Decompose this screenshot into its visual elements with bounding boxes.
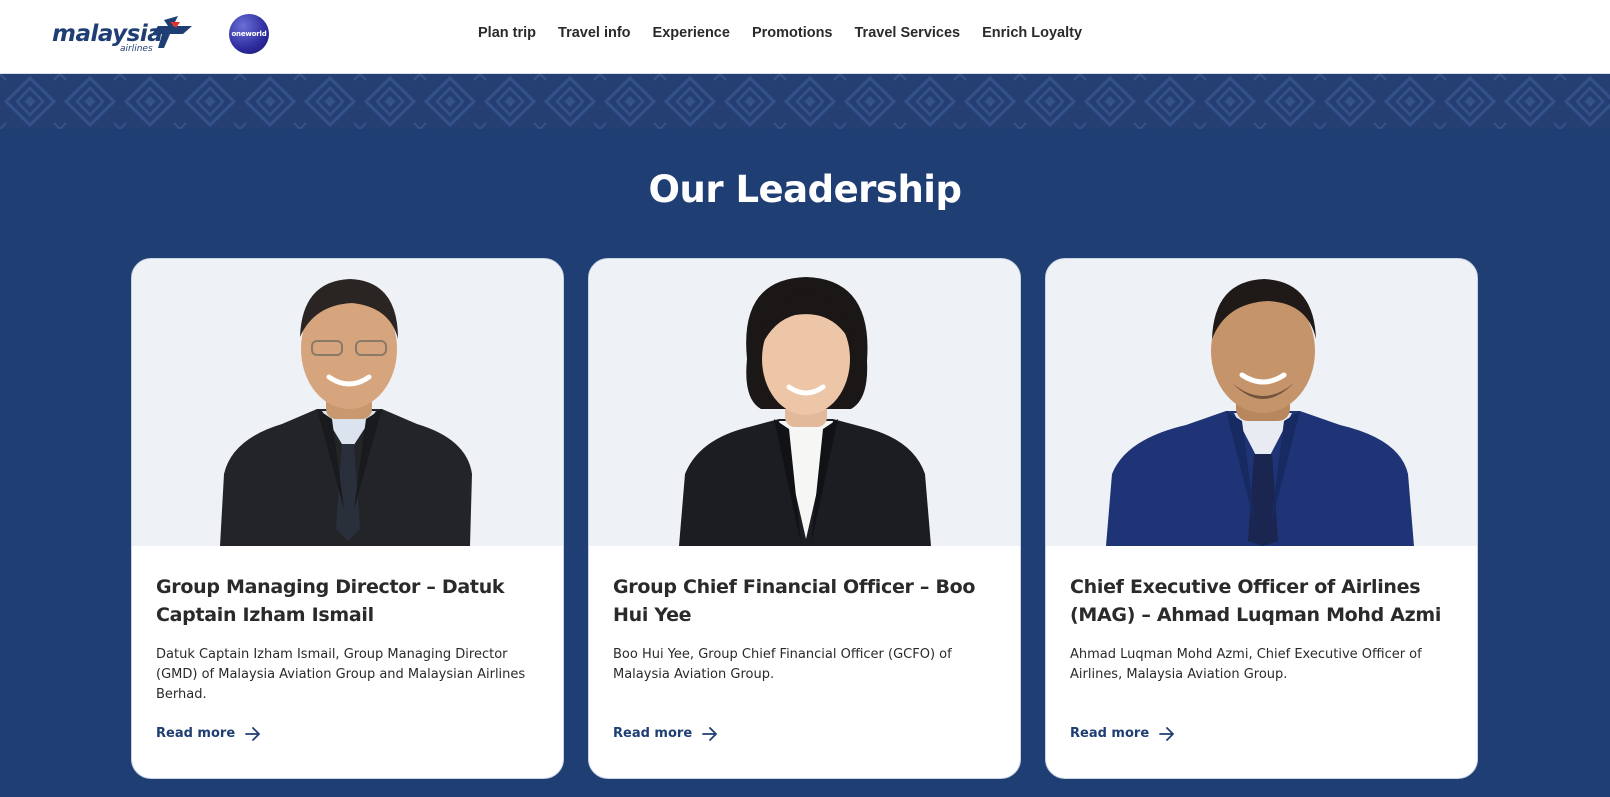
nav-promotions[interactable]: Promotions [752,22,833,44]
kite-logo-icon [152,16,192,48]
section-title: Our Leadership [648,168,962,211]
read-more-label: Read more [156,726,236,741]
leader-card: Chief Executive Officer of Airlines (MAG… [1045,258,1478,779]
leader-title: Group Chief Financial Officer – Boo Hui … [613,576,976,626]
nav-experience[interactable]: Experience [653,22,730,44]
nav-plan-trip[interactable]: Plan trip [478,22,536,44]
leader-card: Group Managing Director – Datuk Captain … [131,258,564,779]
read-more-link[interactable]: Read more [156,726,261,741]
nav-enrich-loyalty[interactable]: Enrich Loyalty [982,22,1082,44]
leader-description: Ahmad Luqman Mohd Azmi, Chief Executive … [1070,647,1422,682]
decorative-pattern-band [0,74,1610,129]
read-more-label: Read more [613,726,693,741]
main-nav: Plan trip Travel info Experience Promoti… [478,22,1104,44]
read-more-link[interactable]: Read more [1070,726,1175,741]
malaysia-airlines-logo[interactable]: malaysia airlines [52,14,202,54]
site-header: malaysia airlines oneworld Plan trip Tra… [0,0,1610,74]
read-more-link[interactable]: Read more [613,726,718,741]
leader-title: Group Managing Director – Datuk Captain … [156,576,505,626]
leader-title: Chief Executive Officer of Airlines (MAG… [1070,576,1442,626]
leader-card: Group Chief Financial Officer – Boo Hui … [588,258,1021,779]
read-more-label: Read more [1070,726,1150,741]
nav-travel-info[interactable]: Travel info [558,22,631,44]
arrow-right-icon [702,726,718,741]
leader-description: Boo Hui Yee, Group Chief Financial Offic… [613,647,952,682]
leader-photo [132,259,563,546]
leader-photo [1046,259,1477,546]
leader-photo [589,259,1020,546]
arrow-right-icon [245,726,261,741]
oneworld-badge[interactable]: oneworld [229,14,269,54]
nav-travel-services[interactable]: Travel Services [855,22,961,44]
leader-description: Datuk Captain Izham Ismail, Group Managi… [156,647,526,702]
arrow-right-icon [1159,726,1175,741]
